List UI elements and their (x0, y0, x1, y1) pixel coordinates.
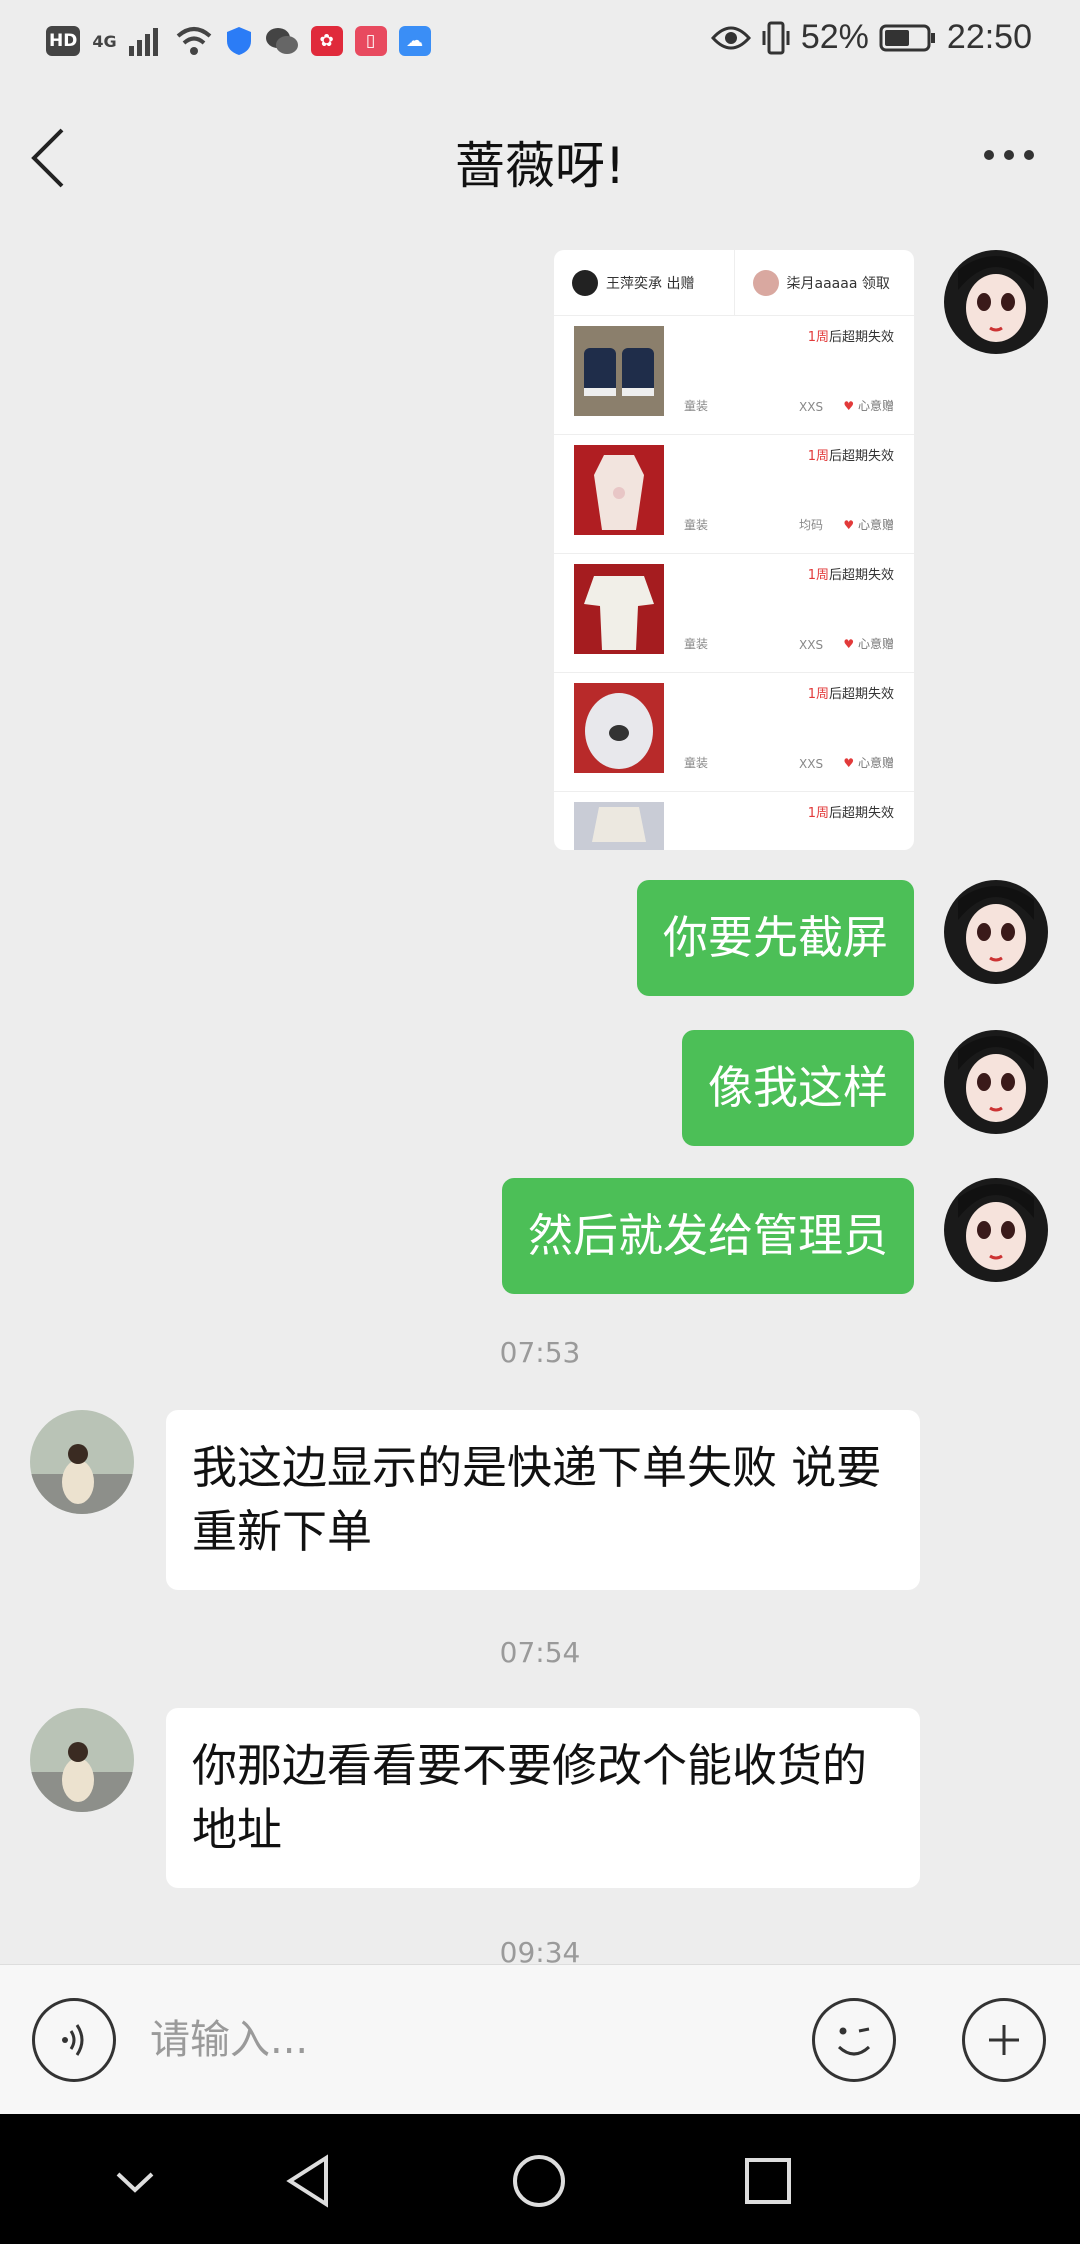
size-label: XXS (799, 638, 824, 652)
chat-header: 蔷薇呀! (0, 86, 1080, 228)
category-tag: 童装 (684, 518, 709, 532)
nav-back-icon[interactable] (276, 2146, 346, 2216)
network-badge: 4G (92, 31, 117, 51)
item-thumbnail (574, 802, 664, 850)
cloud-icon: ☁ (398, 26, 431, 56)
list-item: 1周后超期失效 童装 XXS ♥ 心意赠 (554, 316, 914, 435)
gift-label: ♥ 心意赠 (843, 756, 894, 770)
status-icons-right: 52% 22:50 (710, 18, 1032, 57)
item-thumbnail (574, 564, 664, 654)
timestamp: 09:34 (499, 1936, 581, 1964)
message-input[interactable] (150, 2005, 750, 2075)
expiry-label: 1周后超期失效 (807, 568, 894, 583)
message-bubble-sent[interactable]: 然后就发给管理员 (501, 1178, 914, 1294)
gift-label: ♥ 心意赠 (843, 399, 894, 413)
input-bar (0, 1964, 1080, 2114)
contact-avatar[interactable] (30, 1708, 134, 1812)
expiry-label: 1周后超期失效 (807, 330, 894, 345)
app-icon-book: ▯ (354, 26, 387, 56)
shared-image-message[interactable]: 王萍奕承 出赠 柒月aaaaa 领取 1周后超期失效 童装 XXS ♥ 心意赠 … (554, 250, 914, 850)
category-tag: 童装 (684, 637, 709, 651)
my-avatar[interactable] (944, 1178, 1048, 1282)
item-thumbnail (574, 683, 664, 773)
my-avatar-image (944, 1178, 1048, 1282)
signal-icon (128, 28, 158, 56)
contact-avatar[interactable] (30, 1410, 134, 1514)
battery-icon (879, 24, 935, 51)
voice-button[interactable] (32, 1998, 116, 2082)
vibrate-icon (762, 21, 790, 54)
receiver-cell: 柒月aaaaa 领取 (735, 250, 915, 315)
list-item: 1周后超期失效 (554, 792, 914, 850)
contact-avatar-image (30, 1708, 134, 1812)
receiver-label: 柒月aaaaa 领取 (786, 275, 890, 292)
list-item: 1周后超期失效 童装 XXS ♥ 心意赠 (554, 673, 914, 792)
nav-recents-icon[interactable] (733, 2146, 803, 2216)
message-bubble-sent[interactable]: 你要先截屏 (636, 880, 914, 996)
plus-icon (989, 2025, 1019, 2055)
voice-icon (62, 2024, 84, 2056)
category-tag: 童装 (684, 399, 709, 413)
giver-avatar (572, 269, 598, 296)
wechat-icon (265, 28, 298, 54)
system-nav-bar (0, 2114, 1080, 2244)
my-avatar[interactable] (944, 880, 1048, 984)
timestamp: 07:54 (499, 1636, 581, 1669)
hide-keyboard-icon[interactable] (100, 2146, 170, 2216)
more-dot-icon (1004, 150, 1014, 160)
item-thumbnail (574, 326, 664, 416)
category-tag: 童装 (684, 756, 709, 770)
giver-cell: 王萍奕承 出赠 (554, 250, 735, 315)
more-dot-icon (1024, 150, 1034, 160)
my-avatar-image (944, 880, 1048, 984)
emoji-button[interactable] (812, 1998, 896, 2082)
message-bubble-received[interactable]: 你那边看看要不要修改个能收货的地址 (166, 1708, 920, 1888)
page-title: 蔷薇呀! (454, 137, 626, 195)
giver-label: 王萍奕承 出赠 (606, 275, 695, 292)
expiry-label: 1周后超期失效 (807, 687, 894, 702)
gift-label: ♥ 心意赠 (843, 637, 894, 651)
size-label: 均码 (799, 518, 824, 532)
status-icons-left: HD 4G ✿ ▯ ☁ (46, 26, 431, 56)
clock: 22:50 (946, 18, 1032, 56)
list-item: 1周后超期失效 童装 均码 ♥ 心意赠 (554, 435, 914, 554)
my-avatar-image (944, 250, 1048, 354)
my-avatar[interactable] (944, 1030, 1048, 1134)
expiry-label: 1周后超期失效 (807, 449, 894, 464)
size-label: XXS (799, 757, 824, 771)
shared-card-header: 王萍奕承 出赠 柒月aaaaa 领取 (554, 250, 914, 316)
timestamp: 07:53 (499, 1336, 581, 1369)
eye-icon (710, 26, 751, 49)
my-avatar[interactable] (944, 250, 1048, 354)
more-dot-icon (984, 150, 994, 160)
expiry-label: 1周后超期失效 (807, 806, 894, 821)
status-bar: HD 4G ✿ ▯ ☁ 52% 22:50 (0, 0, 1080, 86)
my-avatar-image (944, 1030, 1048, 1134)
list-item: 1周后超期失效 童装 XXS ♥ 心意赠 (554, 554, 914, 673)
hd-badge: HD (46, 26, 81, 56)
shield-icon (226, 27, 251, 55)
message-bubble-received[interactable]: 我这边显示的是快递下单失败 说要重新下单 (166, 1410, 920, 1590)
item-thumbnail (574, 445, 664, 535)
add-button[interactable] (962, 1998, 1046, 2082)
battery-percent: 52% (800, 18, 869, 56)
emoji-icon (837, 2027, 871, 2056)
message-bubble-sent[interactable]: 像我这样 (681, 1030, 914, 1146)
chat-area[interactable]: 王萍奕承 出赠 柒月aaaaa 领取 1周后超期失效 童装 XXS ♥ 心意赠 … (0, 228, 1080, 1964)
wifi-icon (176, 27, 211, 55)
receiver-avatar (752, 269, 779, 296)
app-icon-red: ✿ (310, 26, 343, 56)
size-label: XXS (799, 400, 824, 414)
more-button[interactable] (984, 150, 1034, 160)
contact-avatar-image (30, 1410, 134, 1514)
gift-label: ♥ 心意赠 (843, 518, 894, 532)
nav-home-icon[interactable] (504, 2146, 574, 2216)
